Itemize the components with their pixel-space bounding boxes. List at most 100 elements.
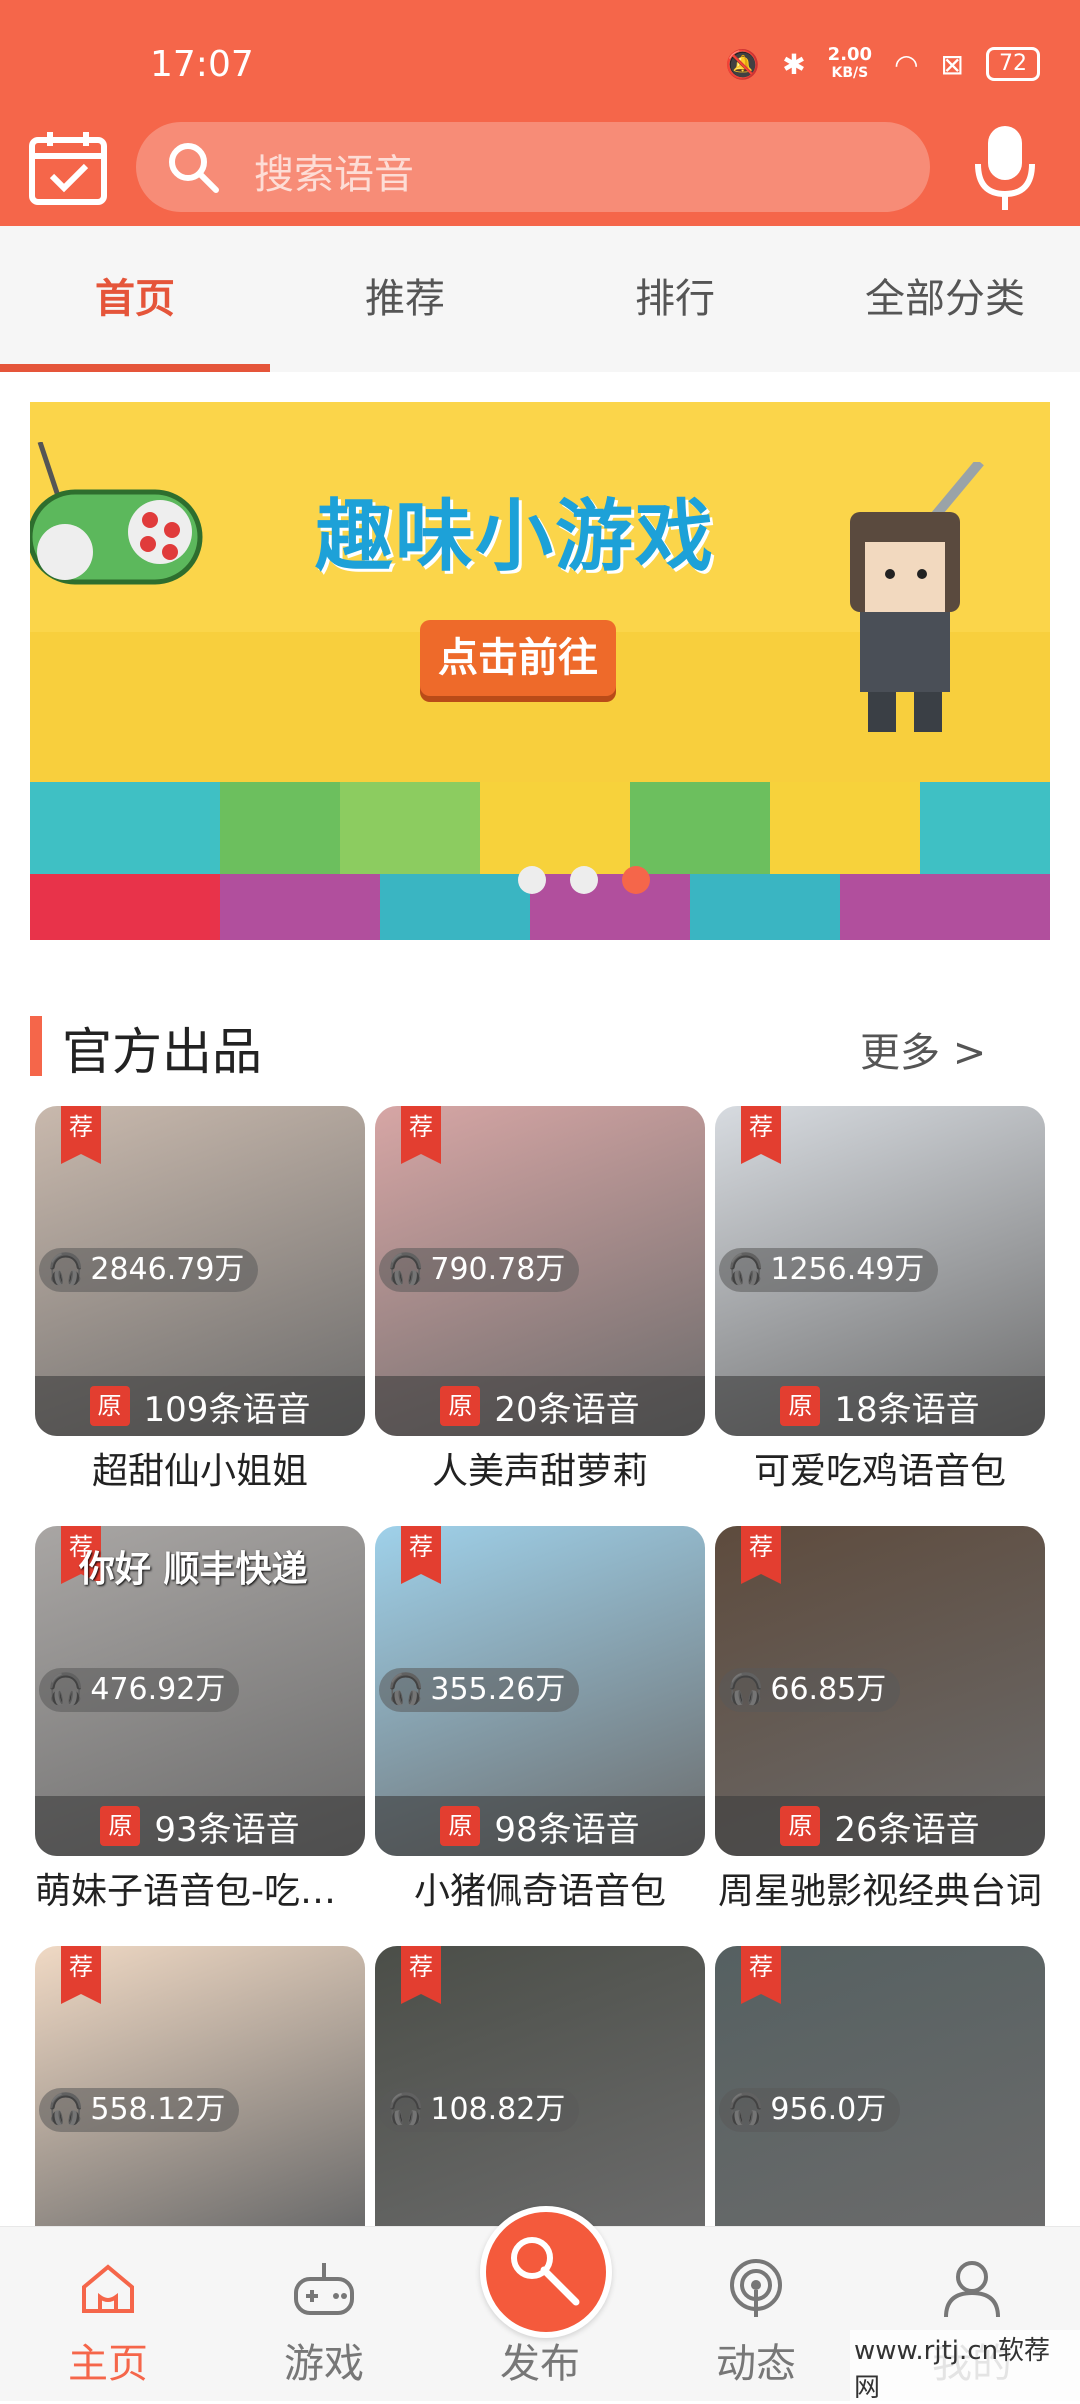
tab-active-indicator	[0, 364, 270, 372]
voice-pack-card[interactable]: 荐 🎧 355.26万 原 98条语音	[375, 1526, 705, 1856]
nav-home-label: 主页	[68, 2341, 148, 2387]
headphones-icon: 🎧	[387, 1672, 425, 1707]
voice-count-strip: 原 18条语音	[715, 1376, 1045, 1436]
section-more-link[interactable]: 更多 >	[860, 1020, 986, 1078]
headphones-icon: 🎧	[47, 1252, 85, 1287]
search-icon	[169, 143, 219, 193]
voice-pack-card[interactable]: 荐 🎧 956.0万	[715, 1946, 1045, 2226]
voice-pack-card[interactable]: 荐 🎧 108.82万	[375, 1946, 705, 2226]
gamepad-illustration	[30, 442, 203, 585]
tab-all-categories[interactable]: 全部分类	[810, 226, 1080, 372]
microphone-icon	[511, 2237, 580, 2306]
voice-count: 18条语音	[834, 1389, 980, 1430]
banner-dot-1[interactable]	[518, 866, 546, 894]
top-tabs: 首页 推荐 排行 全部分类	[0, 226, 1080, 372]
nav-games[interactable]: 游戏	[216, 2227, 432, 2401]
gamepad-icon	[294, 2263, 354, 2315]
listen-count: 🎧 558.12万	[39, 2088, 240, 2132]
listen-count: 🎧 790.78万	[379, 1248, 580, 1292]
search-bar[interactable]: 搜索语音	[136, 122, 930, 212]
voice-pack-title[interactable]: 周星驰影视经典台词	[715, 1862, 1045, 1914]
listen-count-value: 790.78万	[430, 1252, 566, 1287]
recommend-badge: 荐	[61, 1946, 101, 2004]
voice-count-strip: 原 93条语音	[35, 1796, 365, 1856]
listen-count: 🎧 1256.49万	[719, 1248, 939, 1292]
voice-count-strip: 原 26条语音	[715, 1796, 1045, 1856]
listen-count: 🎧 108.82万	[379, 2088, 580, 2132]
voice-pack-card[interactable]: 荐 🎧 558.12万	[35, 1946, 365, 2226]
banner-go-button[interactable]: 点击前往	[420, 620, 616, 696]
listen-count-value: 956.0万	[770, 2092, 887, 2127]
nav-activity[interactable]: 动态	[648, 2227, 864, 2401]
listen-count: 🎧 66.85万	[719, 1668, 901, 1712]
voice-pack-card[interactable]: 荐 🎧 1256.49万 原 18条语音	[715, 1106, 1045, 1436]
bluetooth-icon: ✱	[782, 47, 806, 81]
voice-pack-card[interactable]: 荐 🎧 476.92万 你好 顺丰快递 原 93条语音	[35, 1526, 365, 1856]
voice-count: 26条语音	[834, 1809, 980, 1850]
nav-activity-label: 动态	[716, 2341, 796, 2387]
listen-count-value: 66.85万	[770, 1672, 887, 1707]
section-accent-bar	[30, 1016, 42, 1076]
tab-home[interactable]: 首页	[0, 226, 270, 372]
watermark-text: www.rjtj.cn软荐网	[850, 2330, 1080, 2404]
calendar-check-icon[interactable]	[28, 130, 108, 206]
voice-count-strip: 原 109条语音	[35, 1376, 365, 1436]
listen-count-value: 1256.49万	[770, 1252, 925, 1287]
search-input[interactable]: 搜索语音	[254, 142, 414, 200]
listen-count: 🎧 476.92万	[39, 1668, 240, 1712]
original-badge: 原	[440, 1386, 481, 1426]
original-badge: 原	[100, 1806, 141, 1846]
publish-button[interactable]	[480, 2206, 612, 2338]
status-time: 17:07	[150, 44, 254, 85]
voice-pack-title[interactable]: 小猪佩奇语音包	[375, 1862, 705, 1914]
headphones-icon: 🎧	[727, 1252, 765, 1287]
nav-publish-label: 发布	[500, 2341, 580, 2387]
headphones-icon: 🎧	[47, 1672, 85, 1707]
voice-count-strip: 原 98条语音	[375, 1796, 705, 1856]
voice-pack-card[interactable]: 荐 🎧 790.78万 原 20条语音	[375, 1106, 705, 1436]
headphones-icon: 🎧	[727, 1672, 765, 1707]
listen-count: 🎧 956.0万	[719, 2088, 901, 2132]
listen-count-value: 476.92万	[90, 1672, 226, 1707]
recommend-badge: 荐	[401, 1526, 441, 1584]
voice-count: 98条语音	[494, 1809, 640, 1850]
banner-dot-2[interactable]	[570, 866, 598, 894]
voice-count-strip: 原 20条语音	[375, 1376, 705, 1436]
listen-count-value: 2846.79万	[90, 1252, 245, 1287]
promo-banner[interactable]: 趣味小游戏 点击前往	[30, 402, 1050, 940]
microphone-icon[interactable]	[972, 124, 1038, 212]
listen-count-value: 355.26万	[430, 1672, 566, 1707]
voice-pack-title[interactable]: 超甜仙小姐姐	[35, 1442, 365, 1494]
nav-home[interactable]: 主页	[0, 2227, 216, 2401]
listen-count-value: 558.12万	[90, 2092, 226, 2127]
voice-pack-card[interactable]: 荐 🎧 66.85万 原 26条语音	[715, 1526, 1045, 1856]
tab-recommend[interactable]: 推荐	[270, 226, 540, 372]
banner-dot-3[interactable]	[622, 866, 650, 894]
voice-pack-title[interactable]: 可爱吃鸡语音包	[715, 1442, 1045, 1494]
voice-count: 109条语音	[143, 1389, 311, 1430]
tab-ranking[interactable]: 排行	[540, 226, 810, 372]
character-illustration	[850, 462, 984, 732]
headphones-icon: 🎧	[727, 2092, 765, 2127]
voice-count: 20条语音	[494, 1389, 640, 1430]
recommend-badge: 荐	[741, 1946, 781, 2004]
listen-count: 🎧 2846.79万	[39, 1248, 259, 1292]
banner-title: 趣味小游戏	[315, 492, 716, 582]
voice-pack-card[interactable]: 荐 🎧 2846.79万 原 109条语音	[35, 1106, 365, 1436]
section-title: 官方出品	[62, 1023, 262, 1081]
voice-pack-title[interactable]: 萌妹子语音包-吃鸡...	[35, 1862, 365, 1914]
headphones-icon: 🎧	[47, 2092, 85, 2127]
bell-muted-icon: 🔕	[725, 47, 761, 81]
original-badge: 原	[780, 1806, 821, 1846]
sim-icon: ⊠	[940, 47, 964, 81]
listen-count: 🎧 355.26万	[379, 1668, 580, 1712]
network-speed-value: 2.00	[827, 44, 873, 65]
status-icons: 🔕 ✱ 2.00 KB/S ◠ ⊠ 72	[725, 46, 1040, 82]
recommend-badge: 荐	[401, 1946, 441, 2004]
nav-games-label: 游戏	[284, 2341, 364, 2387]
home-icon	[82, 2264, 134, 2313]
original-badge: 原	[440, 1806, 481, 1846]
original-badge: 原	[780, 1386, 821, 1426]
recommend-badge: 荐	[61, 1106, 101, 1164]
voice-pack-title[interactable]: 人美声甜萝莉	[375, 1442, 705, 1494]
